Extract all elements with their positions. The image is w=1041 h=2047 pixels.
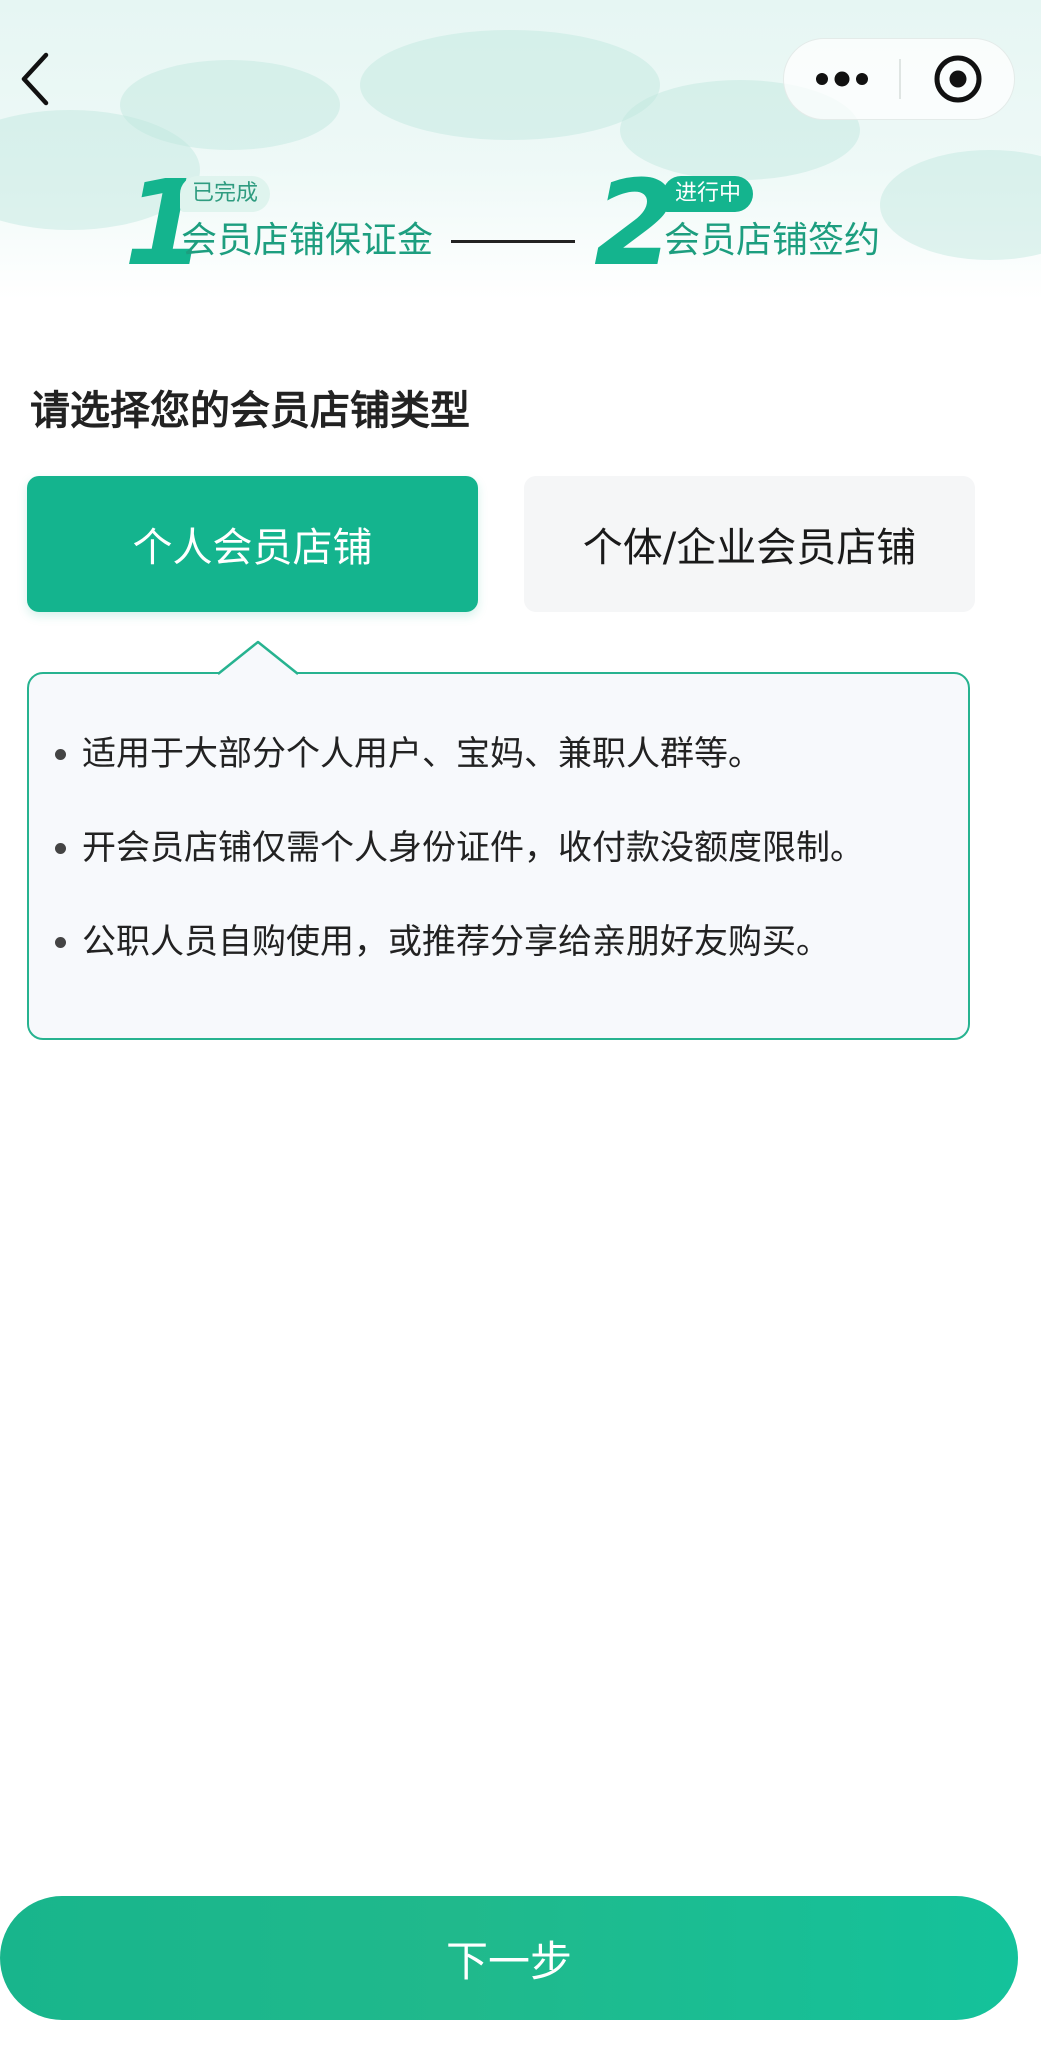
bullet-icon (55, 843, 66, 854)
more-button[interactable] (784, 39, 899, 118)
page-title: 请选择您的会员店铺类型 (30, 388, 470, 434)
back-button[interactable] (10, 44, 60, 114)
close-button[interactable] (901, 39, 1014, 118)
description-list: 适用于大部分个人用户、宝妈、兼职人群等。 开会员店铺仅需个人身份证件，收付款没额… (55, 732, 864, 1014)
description-item: 公职人员自购使用，或推荐分享给亲朋好友购买。 (55, 920, 864, 964)
step-2-label: 会员店铺签约 (664, 220, 881, 261)
more-dots-icon (815, 71, 868, 86)
next-step-button[interactable]: 下一步 (0, 1896, 1018, 2020)
page: 1 已完成 会员店铺保证金 2 进行中 会员店铺签约 请选择您的会员店铺类型 个… (0, 0, 1041, 2047)
option-personal-shop[interactable]: 个人会员店铺 (27, 476, 478, 612)
step-2-status-badge: 进行中 (663, 176, 754, 212)
cloud-decoration (880, 150, 1041, 260)
cloud-decoration (120, 60, 340, 150)
capsule-menu (783, 38, 1015, 120)
step-connector (451, 240, 575, 243)
step-1-label: 会员店铺保证金 (181, 220, 434, 261)
bullet-icon (55, 749, 66, 760)
description-pointer (218, 640, 298, 675)
description-text: 开会员店铺仅需个人身份证件，收付款没额度限制。 (82, 828, 864, 868)
target-close-icon (934, 55, 981, 102)
bullet-icon (55, 937, 66, 948)
step-1-status-badge: 已完成 (180, 176, 271, 212)
description-item: 适用于大部分个人用户、宝妈、兼职人群等。 (55, 732, 864, 776)
description-text: 公职人员自购使用，或推荐分享给亲朋好友购买。 (82, 922, 830, 962)
chevron-left-icon (21, 52, 49, 106)
description-text: 适用于大部分个人用户、宝妈、兼职人群等。 (82, 734, 762, 774)
option-business-shop[interactable]: 个体/企业会员店铺 (524, 476, 975, 612)
description-item: 开会员店铺仅需个人身份证件，收付款没额度限制。 (55, 826, 864, 870)
cloud-decoration (360, 30, 660, 140)
